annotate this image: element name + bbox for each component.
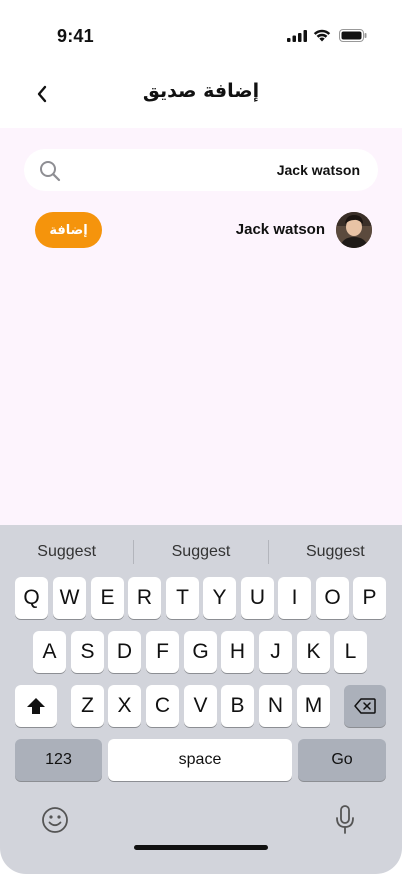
key-t[interactable]: T: [166, 577, 199, 619]
backspace-key[interactable]: [344, 685, 386, 727]
key-m[interactable]: M: [297, 685, 330, 727]
suggestion-bar: Suggest Suggest Suggest: [0, 537, 402, 567]
key-s[interactable]: S: [71, 631, 104, 673]
key-i[interactable]: I: [278, 577, 311, 619]
battery-icon: [339, 29, 367, 42]
key-o[interactable]: O: [316, 577, 349, 619]
key-y[interactable]: Y: [203, 577, 236, 619]
key-q[interactable]: Q: [15, 577, 48, 619]
numbers-key[interactable]: 123: [15, 739, 102, 781]
avatar: [336, 212, 372, 248]
key-e[interactable]: E: [91, 577, 124, 619]
home-indicator: [134, 845, 268, 850]
search-input[interactable]: [74, 149, 360, 191]
key-l[interactable]: L: [334, 631, 367, 673]
keyboard: Suggest Suggest Suggest Q W E R T Y U I …: [0, 525, 402, 874]
shift-key[interactable]: [15, 685, 57, 727]
key-u[interactable]: U: [241, 577, 274, 619]
key-g[interactable]: G: [184, 631, 217, 673]
page-title: إضافة صديق: [142, 80, 260, 102]
add-friend-button[interactable]: إضافة: [35, 212, 102, 248]
key-w[interactable]: W: [53, 577, 86, 619]
status-bar: 9:41: [0, 0, 402, 64]
status-time: 9:41: [57, 26, 94, 46]
wifi-icon: [313, 29, 331, 42]
key-v[interactable]: V: [184, 685, 217, 727]
key-f[interactable]: F: [146, 631, 179, 673]
microphone-icon[interactable]: [334, 805, 356, 835]
key-d[interactable]: D: [108, 631, 141, 673]
key-k[interactable]: K: [297, 631, 330, 673]
key-row-3: Z X C V B N M: [0, 685, 402, 727]
key-p[interactable]: P: [353, 577, 386, 619]
shift-icon: [27, 698, 45, 714]
key-h[interactable]: H: [221, 631, 254, 673]
search-bar[interactable]: [24, 149, 378, 191]
header: إضافة صديق: [0, 64, 402, 128]
key-n[interactable]: N: [259, 685, 292, 727]
key-r[interactable]: R: [128, 577, 161, 619]
list-item: Jack watson إضافة: [24, 210, 378, 250]
key-b[interactable]: B: [221, 685, 254, 727]
key-row-2: A S D F G H J K L: [0, 631, 402, 673]
content-area: Jack watson إضافة: [0, 128, 402, 525]
key-row-1: Q W E R T Y U I O P: [0, 577, 402, 619]
space-key[interactable]: space: [108, 739, 292, 781]
key-c[interactable]: C: [146, 685, 179, 727]
backspace-icon: [354, 698, 376, 714]
key-x[interactable]: X: [108, 685, 141, 727]
signal-icon: [287, 30, 307, 42]
key-row-4: 123 space Go: [0, 739, 402, 781]
go-key[interactable]: Go: [298, 739, 386, 781]
key-j[interactable]: J: [259, 631, 292, 673]
search-icon[interactable]: [38, 159, 62, 183]
key-a[interactable]: A: [33, 631, 66, 673]
suggestion-item[interactable]: Suggest: [134, 543, 267, 561]
friend-name: Jack watson: [235, 221, 325, 238]
key-z[interactable]: Z: [71, 685, 104, 727]
suggestion-item[interactable]: Suggest: [269, 543, 402, 561]
emoji-icon[interactable]: [41, 806, 69, 834]
suggestion-item[interactable]: Suggest: [0, 543, 133, 561]
